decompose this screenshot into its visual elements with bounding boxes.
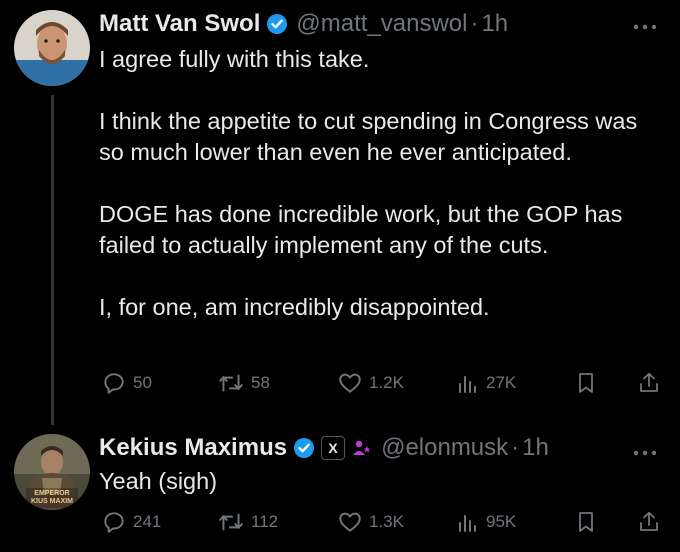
views-icon [459, 376, 476, 393]
verified-badge-icon [293, 437, 315, 459]
reply-count: 50 [133, 373, 152, 392]
bookmark-button[interactable] [575, 507, 603, 537]
like-button[interactable]: 1.2K [337, 368, 404, 398]
tweet-matt-van-swol[interactable]: Matt Van Swol @matt_vanswol · 1h I agree… [0, 0, 680, 425]
tweet-header: Matt Van Swol @matt_vanswol · 1h [99, 8, 508, 40]
tweet-header: Kekius Maximus X @elonmusk · 1h [99, 432, 549, 464]
more-icon[interactable] [632, 18, 658, 30]
repost-button[interactable]: 58 [217, 368, 270, 398]
avatar-caption: EMPEROR KIUS MAXIM [31, 490, 73, 505]
reply-icon [104, 373, 124, 394]
repost-icon [219, 513, 243, 531]
views-icon [459, 515, 476, 532]
reply-count: 241 [133, 512, 162, 531]
views-button[interactable]: 27K [456, 368, 516, 398]
more-icon[interactable] [632, 444, 658, 456]
reply-button[interactable]: 241 [101, 507, 161, 537]
action-bar: 241 112 1.3K 95K [99, 507, 664, 537]
affiliate-x-badge-icon[interactable]: X [321, 436, 346, 460]
author-name[interactable]: Kekius Maximus [99, 434, 287, 462]
timestamp[interactable]: 1h [522, 434, 549, 462]
share-button[interactable] [637, 507, 667, 537]
reply-icon [104, 512, 124, 533]
repost-count: 58 [251, 373, 270, 392]
share-icon [640, 511, 658, 531]
bookmark-button[interactable] [575, 368, 603, 398]
share-icon [640, 372, 658, 392]
action-bar: 50 58 1.2K 27K [99, 368, 664, 398]
author-name[interactable]: Matt Van Swol [99, 10, 260, 38]
bookmark-icon [579, 512, 593, 532]
share-button[interactable] [637, 368, 667, 398]
thread-line [51, 95, 54, 425]
repost-count: 112 [251, 512, 279, 531]
like-icon [339, 512, 361, 532]
avatar[interactable]: EMPEROR KIUS MAXIM [14, 434, 90, 510]
government-badge-icon [351, 437, 373, 459]
views-button[interactable]: 95K [456, 507, 516, 537]
tweet-kekius-maximus[interactable]: EMPEROR KIUS MAXIM Kekius Maximus X @elo… [0, 420, 680, 552]
repost-button[interactable]: 112 [217, 507, 278, 537]
separator-dot: · [511, 434, 520, 461]
like-button[interactable]: 1.3K [337, 507, 404, 537]
reply-button[interactable]: 50 [101, 368, 152, 398]
tweet-text: Yeah (sigh) [99, 468, 218, 494]
separator-dot: · [470, 10, 479, 37]
verified-badge-icon [266, 13, 288, 35]
views-count: 95K [486, 512, 517, 531]
bookmark-icon [579, 373, 593, 393]
like-icon [339, 373, 361, 393]
tweet-text: I agree fully with this take. I think th… [99, 46, 638, 320]
like-count: 1.3K [369, 512, 404, 531]
author-handle[interactable]: @matt_vanswol [296, 10, 467, 38]
repost-icon [219, 374, 243, 392]
timestamp[interactable]: 1h [481, 10, 508, 38]
views-count: 27K [486, 373, 517, 392]
avatar[interactable] [14, 10, 90, 86]
author-handle[interactable]: @elonmusk [381, 434, 508, 462]
like-count: 1.2K [369, 373, 404, 392]
